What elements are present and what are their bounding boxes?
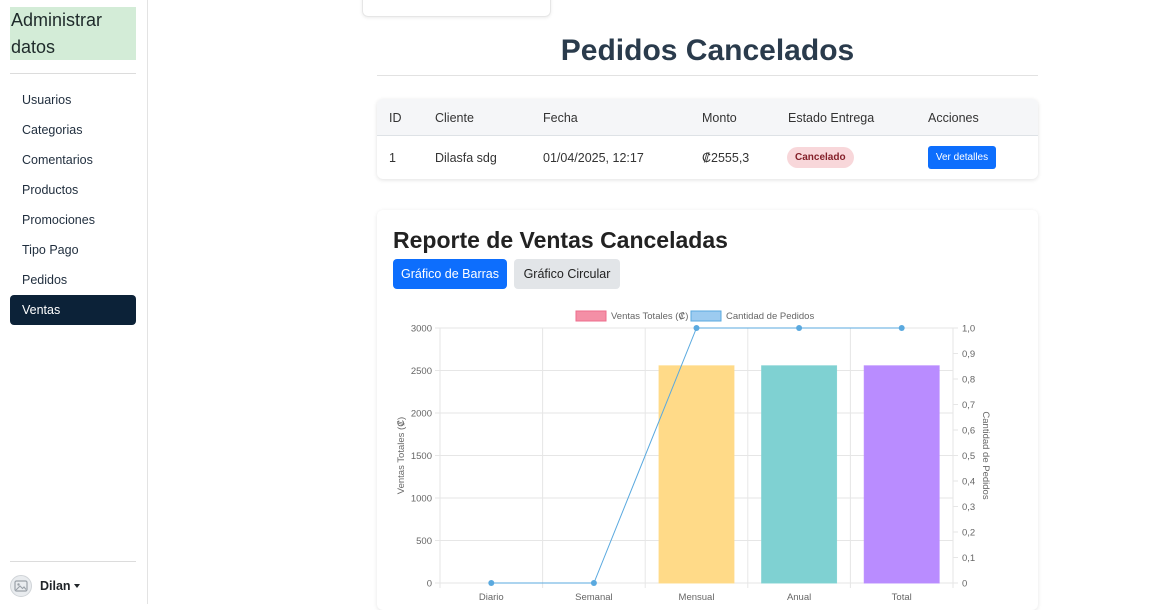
orders-point-total — [898, 325, 905, 331]
y2-tick-label: 1,0 — [962, 324, 975, 335]
y2-tick-label: 0,9 — [962, 349, 975, 360]
y2-tick-label: 0 — [962, 579, 967, 590]
chart-legend: Ventas Totales (₡) Cantidad de Pedidos — [575, 310, 814, 322]
y-tick-label: 2000 — [411, 409, 432, 420]
y2-tick-label: 0,5 — [962, 451, 975, 462]
y2-tick-label: 0,7 — [962, 400, 975, 411]
y2-tick-label: 0,3 — [962, 502, 975, 513]
y-tick-label: 3000 — [411, 324, 432, 335]
y-tick-label: 0 — [427, 579, 432, 590]
legend-swatch-sales — [575, 310, 607, 322]
y-tick-label: 2500 — [411, 366, 432, 377]
orders-point-mensual — [693, 325, 700, 331]
x-tick-label: Diario — [479, 592, 504, 603]
x-tick-label: Semanal — [575, 592, 613, 603]
y2-tick-label: 0,8 — [962, 375, 975, 386]
x-tick-label: Total — [892, 592, 912, 603]
y2-tick-label: 0,2 — [962, 528, 975, 539]
y2-axis-label: Cantidad de Pedidos — [980, 411, 991, 499]
legend-label-orders: Cantidad de Pedidos — [726, 311, 814, 322]
y2-tick-label: 0,1 — [962, 553, 975, 564]
bar-anual — [761, 365, 838, 584]
bar-total — [863, 365, 940, 584]
y-axis-label: Ventas Totales (₡) — [396, 417, 407, 494]
sales-chart: 0 500 1000 1500 2000 2500 3000 0 0,1 0,2 0,3 0,4 0,5… — [396, 310, 991, 603]
chart-bars — [658, 365, 940, 584]
x-tick-label: Anual — [787, 592, 811, 603]
legend-swatch-orders — [690, 310, 722, 322]
legend-label-sales: Ventas Totales (₡) — [611, 311, 688, 322]
orders-point-semanal — [590, 580, 597, 586]
y2-tick-label: 0,4 — [962, 477, 975, 488]
x-tick-label: Mensual — [679, 592, 715, 603]
y-tick-label: 1000 — [411, 494, 432, 505]
y-tick-label: 500 — [416, 536, 432, 547]
bar-mensual — [658, 365, 735, 584]
y-tick-label: 1500 — [411, 451, 432, 462]
orders-point-anual — [796, 325, 803, 331]
orders-point-diario — [488, 580, 495, 586]
y2-tick-label: 0,6 — [962, 426, 975, 437]
